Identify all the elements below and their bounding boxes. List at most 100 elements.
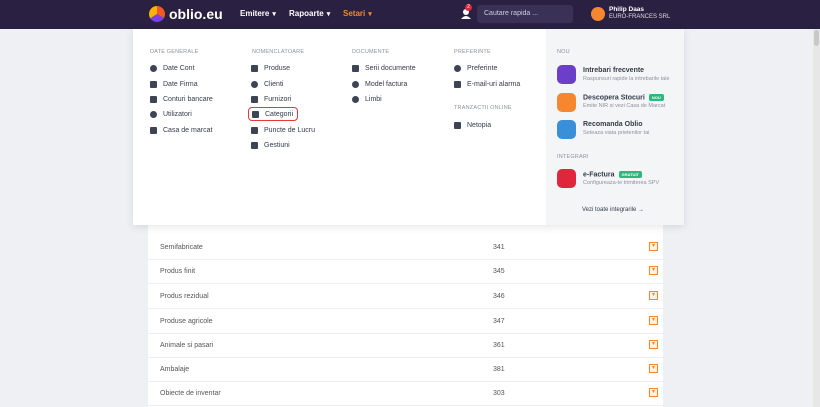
category-name: Obiecte de inventar [160, 390, 221, 397]
list-icon [252, 110, 259, 118]
grid-icon [251, 126, 258, 134]
view-all-integrations-link[interactable]: Vezi toate integrarile → [582, 207, 644, 213]
section-title: DOCUMENTE [352, 49, 390, 55]
chevron-down-icon[interactable]: ▾ [649, 266, 658, 275]
share-icon[interactable] [557, 120, 576, 139]
card-title-text: Descopera Stocuri [583, 94, 645, 102]
menu-item-produse[interactable]: Produse [251, 62, 290, 74]
menu-item-label: Netopia [467, 121, 492, 129]
client-icon [251, 80, 258, 88]
avatar[interactable] [591, 7, 605, 21]
card-title[interactable]: Descopera Stocuri NOU [583, 94, 664, 101]
nav-label: Setari [343, 9, 366, 18]
menu-item-label: Model factura [365, 80, 408, 88]
box-icon [251, 64, 258, 72]
chevron-down-icon: ▾ [272, 10, 276, 18]
card-title-text: e-Factura [583, 171, 615, 179]
chevron-down-icon[interactable]: ▾ [649, 316, 658, 325]
logo[interactable]: oblio.eu [149, 6, 223, 22]
globe-icon [352, 95, 359, 103]
nav-emitere[interactable]: Emitere ▾ [240, 9, 276, 18]
table-row[interactable]: Produse agricole 347 ▾ [148, 310, 663, 334]
menu-item-label: Furnizori [264, 95, 292, 103]
new-badge: NOU [648, 94, 664, 101]
table-row[interactable]: Ambalaje 381 ▾ [148, 358, 663, 382]
menu-item-gestiuni[interactable]: Gestiuni [251, 139, 290, 151]
boxes-icon[interactable] [557, 93, 576, 112]
question-icon[interactable] [557, 65, 576, 84]
menu-item-date-cont[interactable]: Date Cont [150, 62, 195, 74]
category-code: 347 [493, 318, 505, 325]
category-code: 303 [493, 390, 505, 397]
menu-item-casa-de-marcat[interactable]: Casa de marcat [150, 124, 212, 136]
layers-icon [251, 141, 258, 149]
truck-icon [251, 95, 258, 103]
menu-item-utilizatori[interactable]: Utilizatori [150, 108, 192, 120]
nav-rapoarte[interactable]: Rapoarte ▾ [289, 9, 330, 18]
card-title[interactable]: Recomanda Oblio [583, 121, 643, 128]
card-subtitle: Seteaza viata prietenilor tai [583, 130, 650, 136]
menu-item-furnizori[interactable]: Furnizori [251, 93, 291, 105]
menu-item-label: Clienti [264, 80, 284, 88]
chevron-down-icon[interactable]: ▾ [649, 291, 658, 300]
menu-item-label: Casa de marcat [163, 126, 213, 134]
chevron-down-icon[interactable]: ▾ [649, 388, 658, 397]
menu-item-preferinte[interactable]: Preferinte [454, 62, 497, 74]
notification-badge: 2 [465, 4, 472, 11]
users-icon [150, 110, 157, 118]
user-company: EURO-FRANCES SRL [609, 14, 671, 20]
card-icon [454, 121, 461, 129]
search-input[interactable]: Cautare rapida ... [477, 5, 573, 23]
chevron-down-icon[interactable]: ▾ [649, 242, 658, 251]
top-navbar [0, 0, 820, 29]
nav-label: Emitere [240, 9, 270, 18]
menu-item-label: Preferinte [467, 64, 498, 72]
menu-item-date-firma[interactable]: Date Firma [150, 78, 198, 90]
nav-setari[interactable]: Setari ▾ [343, 9, 372, 18]
category-name: Ambalaje [160, 366, 190, 373]
menu-item-puncte-de-lucru[interactable]: Puncte de Lucru [251, 124, 315, 136]
card-subtitle: Emite NIR si vezi Casa de Marcat [583, 103, 666, 109]
user-icon [150, 64, 157, 72]
section-title: NOMENCLATOARE [252, 49, 305, 55]
card-subtitle: Configureaza-te trimiterea SPV [583, 180, 660, 186]
register-icon [150, 126, 157, 134]
scrollbar[interactable] [813, 29, 820, 407]
user-name[interactable]: Philip Daas [609, 6, 644, 13]
table-row[interactable]: Produs rezidual 346 ▾ [148, 285, 663, 309]
table-row[interactable]: Semifabricate 341 ▾ [148, 236, 663, 260]
card-title[interactable]: Intrebari frecvente [583, 67, 644, 74]
menu-item-limbi[interactable]: Limbi [352, 93, 382, 105]
category-code: 346 [493, 293, 505, 300]
document-icon [352, 64, 359, 72]
menu-item-model-factura[interactable]: Model factura [352, 78, 407, 90]
category-name: Animale si pasari [160, 342, 214, 349]
table-row[interactable]: Obiecte de inventar 303 ▾ [148, 382, 663, 406]
category-code: 361 [493, 342, 505, 349]
palette-icon [352, 80, 359, 88]
menu-item-label: Date Cont [163, 64, 195, 72]
menu-item-conturi-bancare[interactable]: Conturi bancare [150, 93, 213, 105]
menu-item-label: Date Firma [163, 80, 198, 88]
table-row[interactable]: Produs finit 345 ▾ [148, 260, 663, 284]
bank-icon [150, 95, 157, 103]
table-row[interactable]: Animale si pasari 361 ▾ [148, 334, 663, 358]
menu-item-serii-documente[interactable]: Serii documente [352, 62, 416, 74]
category-code: 381 [493, 366, 505, 373]
scrollbar-thumb[interactable] [814, 30, 819, 46]
free-badge: GRATUIT [618, 171, 642, 178]
card-title[interactable]: e-Factura GRATUIT [583, 171, 642, 178]
building-icon [150, 80, 157, 88]
clipboard-icon[interactable] [557, 169, 576, 188]
category-name: Produs rezidual [160, 293, 209, 300]
chevron-down-icon[interactable]: ▾ [649, 364, 658, 373]
gear-icon [454, 64, 461, 72]
menu-item-clienti[interactable]: Clienti [251, 78, 283, 90]
menu-item-label: Produse [264, 64, 291, 72]
chevron-down-icon: ▾ [368, 10, 372, 18]
chevron-down-icon[interactable]: ▾ [649, 340, 658, 349]
section-title: DATE GENERALE [150, 49, 199, 55]
menu-item-categorii[interactable]: Categorii [248, 107, 299, 121]
menu-item-netopia[interactable]: Netopia [454, 119, 491, 131]
menu-item-email-uri-alarma[interactable]: E-mail-uri alarma [454, 78, 520, 90]
